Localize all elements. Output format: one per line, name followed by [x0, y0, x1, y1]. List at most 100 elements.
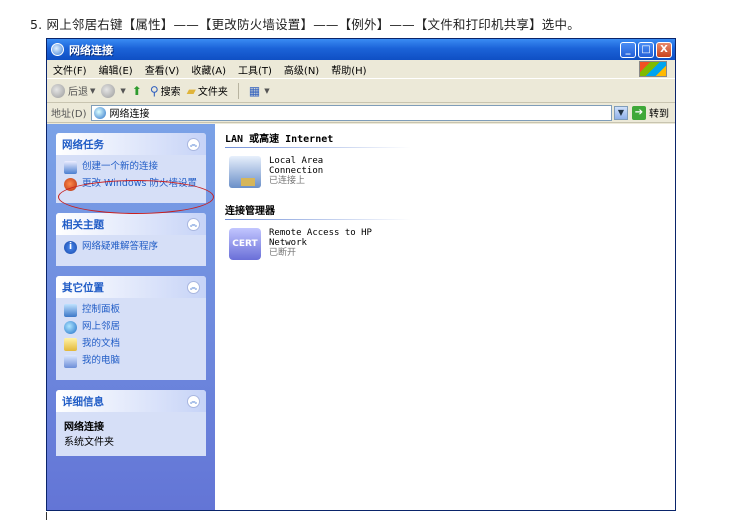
task-change-firewall-label: 更改 Windows 防火墙设置 — [82, 178, 197, 189]
task-change-firewall[interactable]: 更改 Windows 防火墙设置 — [64, 178, 200, 191]
instruction-caption: 5. 网上邻居右键【属性】——【更改防火墙设置】——【例外】——【文件和打印机共… — [30, 17, 580, 32]
up-button[interactable]: ⬆ — [132, 84, 144, 98]
back-dropdown-icon[interactable]: ▼ — [90, 87, 95, 95]
control-panel-icon — [64, 304, 77, 317]
other-places-panel: 其它位置 ︽ 控制面板 网上邻居 我的文档 我的电脑 — [56, 276, 206, 380]
toolbar: 后退 ▼ ▼ ⬆ ⚲ 搜索 ▰ 文件夹 ▦ ▼ — [47, 79, 675, 103]
forward-button[interactable]: ▼ — [101, 83, 126, 98]
network-connections-window: 网络连接 _ □ X 文件(F) 编辑(E) 查看(V) 收藏(A) 工具(T)… — [46, 38, 676, 511]
remote-access-text: Remote Access to HP Network 已断开 — [269, 228, 372, 258]
menu-help[interactable]: 帮助(H) — [331, 62, 366, 77]
go-label: 转到 — [649, 109, 669, 120]
place-my-documents[interactable]: 我的文档 — [64, 338, 200, 351]
other-places-header[interactable]: 其它位置 ︽ — [56, 276, 206, 298]
related-topics-title: 相关主题 — [62, 218, 104, 231]
place-network-neighborhood-label: 网上邻居 — [82, 321, 121, 332]
network-tasks-panel: 网络任务 ︽ 创建一个新的连接 更改 Windows 防火墙设置 — [56, 133, 206, 203]
menu-edit[interactable]: 编辑(E) — [99, 62, 133, 77]
place-control-panel[interactable]: 控制面板 — [64, 304, 200, 317]
folders-button[interactable]: ▰ 文件夹 — [186, 83, 228, 99]
menu-file[interactable]: 文件(F) — [53, 62, 87, 77]
back-button[interactable]: 后退 ▼ — [51, 83, 95, 98]
place-my-documents-label: 我的文档 — [82, 338, 121, 349]
cursor-mark — [46, 512, 47, 520]
details-header[interactable]: 详细信息 ︽ — [56, 390, 206, 412]
maximize-button[interactable]: □ — [638, 41, 654, 58]
network-tasks-body: 创建一个新的连接 更改 Windows 防火墙设置 — [56, 155, 206, 203]
details-name: 网络连接 — [64, 422, 104, 433]
minimize-button[interactable]: _ — [620, 41, 636, 58]
computer-icon — [64, 355, 77, 368]
documents-folder-icon — [64, 338, 77, 351]
remote-name-line1: Remote Access to HP — [269, 228, 372, 238]
local-area-connection-text: Local Area Connection 已连接上 — [269, 156, 323, 186]
network-icon — [51, 43, 64, 56]
task-troubleshooter-label: 网络疑难解答程序 — [82, 241, 159, 252]
menu-bar: 文件(F) 编辑(E) 查看(V) 收藏(A) 工具(T) 高级(N) 帮助(H… — [47, 60, 675, 79]
folder-icon: ▰ — [186, 83, 196, 98]
connections-view: LAN 或高速 Internet Local Area Connection 已… — [215, 124, 675, 510]
search-label: 搜索 — [160, 87, 181, 98]
task-pane: 网络任务 ︽ 创建一个新的连接 更改 Windows 防火墙设置 相关主题 ︽ … — [47, 124, 215, 510]
close-button[interactable]: X — [656, 41, 672, 58]
go-button[interactable]: ➔ 转到 — [632, 105, 669, 120]
collapse-chevron-icon[interactable]: ︽ — [187, 137, 200, 151]
views-dropdown-icon[interactable]: ▼ — [264, 87, 269, 95]
window-title: 网络连接 — [69, 43, 113, 57]
windows-logo-icon — [639, 61, 667, 77]
remote-name-line2: Network — [269, 238, 307, 248]
address-value: 网络连接 — [109, 109, 150, 120]
details-body: 网络连接 系统文件夹 — [56, 412, 206, 456]
views-button[interactable]: ▦ ▼ — [249, 84, 270, 98]
info-icon: i — [64, 241, 77, 254]
address-label: 地址(D) — [51, 109, 87, 120]
folders-label: 文件夹 — [197, 87, 228, 98]
details-panel: 详细信息 ︽ 网络连接 系统文件夹 — [56, 390, 206, 456]
related-topics-panel: 相关主题 ︽ i 网络疑难解答程序 — [56, 213, 206, 266]
related-topics-body: i 网络疑难解答程序 — [56, 235, 206, 266]
collapse-chevron-icon[interactable]: ︽ — [187, 217, 200, 231]
new-connection-icon — [64, 161, 77, 174]
task-troubleshooter[interactable]: i 网络疑难解答程序 — [64, 241, 200, 254]
forward-dropdown-icon[interactable]: ▼ — [120, 87, 125, 95]
other-places-title: 其它位置 — [62, 281, 104, 294]
main-area: 网络任务 ︽ 创建一个新的连接 更改 Windows 防火墙设置 相关主题 ︽ … — [47, 124, 675, 510]
network-places-icon — [64, 321, 77, 334]
forward-arrow-icon — [101, 83, 116, 98]
remote-status: 已断开 — [269, 248, 297, 258]
place-my-computer[interactable]: 我的电脑 — [64, 355, 200, 368]
remote-access-connection[interactable]: CERT Remote Access to HP Network 已断开 — [229, 228, 665, 260]
address-input[interactable]: 网络连接 — [90, 104, 612, 121]
menu-view[interactable]: 查看(V) — [145, 62, 180, 77]
lan-name-line2: Connection — [269, 166, 324, 176]
go-arrow-icon: ➔ — [632, 105, 646, 120]
search-button[interactable]: ⚲ 搜索 — [150, 83, 181, 99]
place-my-computer-label: 我的电脑 — [82, 355, 121, 366]
menu-tools[interactable]: 工具(T) — [238, 62, 272, 77]
details-title-header: 详细信息 — [62, 395, 104, 408]
views-grid-icon: ▦ — [248, 83, 261, 98]
collapse-chevron-icon[interactable]: ︽ — [187, 394, 200, 408]
menu-advanced[interactable]: 高级(N) — [284, 62, 319, 77]
place-control-panel-label: 控制面板 — [82, 304, 121, 315]
local-area-connection[interactable]: Local Area Connection 已连接上 — [229, 156, 665, 188]
place-network-neighborhood[interactable]: 网上邻居 — [64, 321, 200, 334]
lan-group-header: LAN 或高速 Internet — [225, 130, 410, 148]
collapse-chevron-icon[interactable]: ︽ — [187, 280, 200, 294]
task-create-connection[interactable]: 创建一个新的连接 — [64, 161, 200, 174]
network-small-icon — [93, 106, 106, 119]
cert-connection-icon: CERT — [229, 228, 261, 260]
connection-manager-header: 连接管理器 — [225, 202, 410, 220]
network-tasks-header[interactable]: 网络任务 ︽ — [56, 133, 206, 155]
network-tasks-title: 网络任务 — [62, 138, 104, 151]
menu-favorites[interactable]: 收藏(A) — [191, 62, 226, 77]
task-create-connection-label: 创建一个新的连接 — [82, 161, 159, 172]
firewall-icon — [64, 178, 77, 191]
lan-name-line1: Local Area — [269, 156, 324, 166]
back-label: 后退 — [68, 87, 88, 98]
related-topics-header[interactable]: 相关主题 ︽ — [56, 213, 206, 235]
address-bar: 地址(D) 网络连接 ▼ ➔ 转到 — [47, 103, 675, 123]
title-bar[interactable]: 网络连接 _ □ X — [47, 39, 675, 60]
address-dropdown-icon[interactable]: ▼ — [614, 105, 628, 120]
details-type: 系统文件夹 — [64, 437, 114, 448]
